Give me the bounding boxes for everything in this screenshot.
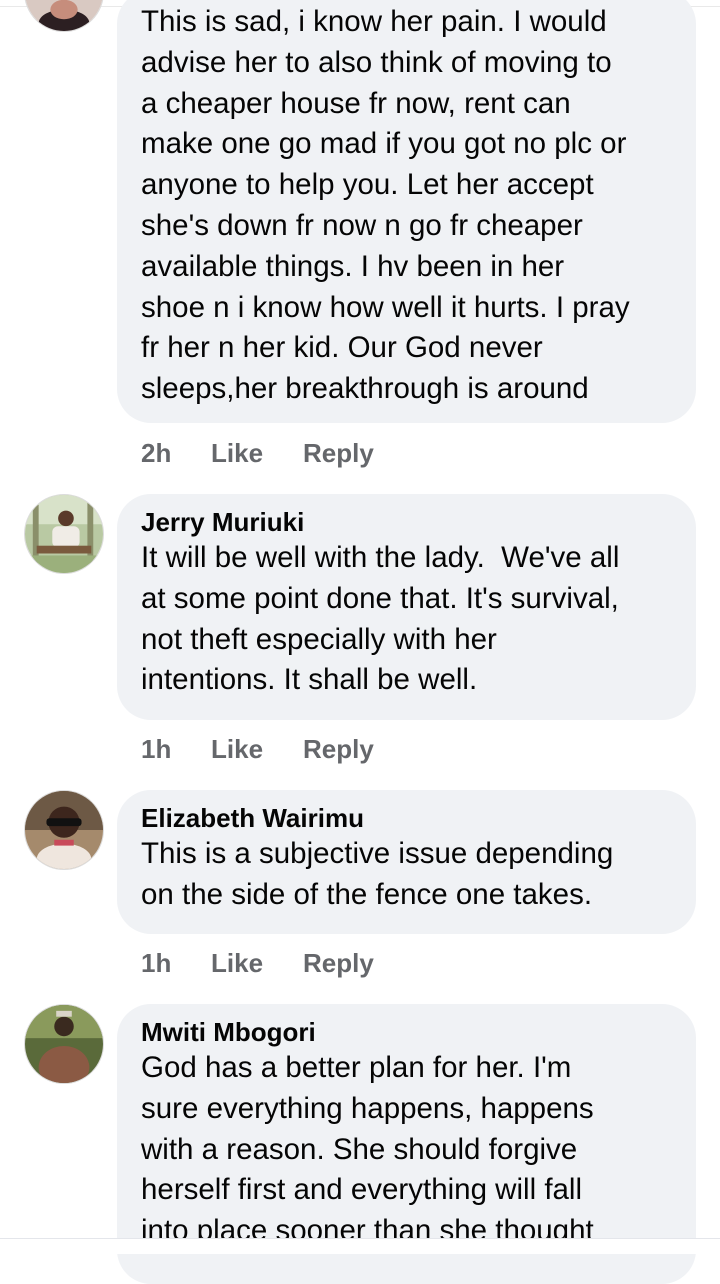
like-button[interactable]: Like: [211, 437, 263, 469]
avatar[interactable]: [24, 790, 104, 870]
comment-text: God has a better plan for her. I'm sure …: [141, 1051, 594, 1248]
like-button[interactable]: Like: [211, 733, 263, 765]
avatar[interactable]: [24, 1004, 104, 1084]
comment-author[interactable]: Mwiti Mbogori: [141, 1004, 672, 1048]
reply-button[interactable]: Reply: [303, 733, 374, 765]
comment-time: 2h: [141, 438, 172, 468]
avatar[interactable]: [24, 494, 104, 574]
comment-time: 1h: [141, 948, 172, 978]
comment-author[interactable]: Elizabeth Wairimu: [141, 790, 672, 834]
comment-bubble[interactable]: Elizabeth Wairimu This is a subjective i…: [117, 790, 696, 934]
profile-photo-icon: [25, 1005, 103, 1083]
comment-bubble[interactable]: Jerry Muriuki It will be well with the l…: [117, 494, 696, 720]
profile-photo-icon: [25, 791, 103, 869]
bottom-divider: [0, 1238, 720, 1254]
profile-photo-icon: [25, 0, 103, 31]
reply-button[interactable]: Reply: [303, 437, 374, 469]
comment-text: This is sad, i know her pain. I would ad…: [141, 5, 630, 406]
comment-text: It will be well with the lady. We've all…: [141, 541, 620, 697]
like-button[interactable]: Like: [211, 947, 263, 979]
profile-photo-icon: [25, 495, 103, 573]
reply-button[interactable]: Reply: [303, 947, 374, 979]
comment-text: This is a subjective issue depending on …: [141, 837, 614, 911]
comment-time: 1h: [141, 734, 172, 764]
comment-bubble[interactable]: This is sad, i know her pain. I would ad…: [117, 0, 696, 423]
comment-author[interactable]: Jerry Muriuki: [141, 494, 672, 538]
avatar[interactable]: [24, 0, 104, 32]
